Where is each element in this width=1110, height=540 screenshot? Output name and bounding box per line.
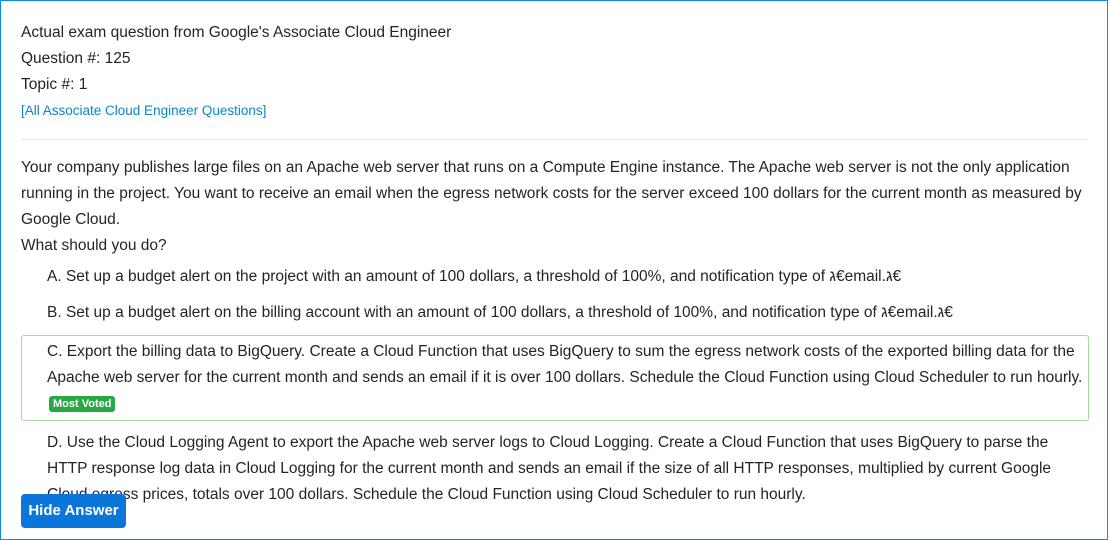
choice-c[interactable]: C. Export the billing data to BigQuery. … <box>21 335 1089 421</box>
choice-a-text: A. Set up a budget alert on the project … <box>47 268 902 285</box>
topic-number: Topic #: 1 <box>21 76 88 93</box>
choice-d[interactable]: D. Use the Cloud Logging Agent to export… <box>21 429 1089 509</box>
choice-d-text: D. Use the Cloud Logging Agent to export… <box>47 434 1052 503</box>
divider <box>21 139 1088 140</box>
question-text: Your company publishes large files on an… <box>21 155 1091 259</box>
question-body: Your company publishes large files on an… <box>21 159 1082 228</box>
choice-b[interactable]: B. Set up a budget alert on the billing … <box>21 299 1089 327</box>
question-number: Question #: 125 <box>21 50 131 67</box>
answer-choices: A. Set up a budget alert on the project … <box>21 263 1089 517</box>
question-prompt: What should you do? <box>21 237 167 254</box>
hide-answer-button[interactable]: Hide Answer <box>21 494 126 528</box>
choice-c-text: C. Export the billing data to BigQuery. … <box>47 343 1083 386</box>
most-voted-badge: Most Voted <box>49 396 116 412</box>
question-header: Actual exam question from Google's Assoc… <box>21 20 451 124</box>
choice-a[interactable]: A. Set up a budget alert on the project … <box>21 263 1089 291</box>
choice-b-text: B. Set up a budget alert on the billing … <box>47 304 953 321</box>
exam-title: Actual exam question from Google's Assoc… <box>21 24 452 41</box>
all-questions-link[interactable]: [All Associate Cloud Engineer Questions] <box>21 98 451 124</box>
